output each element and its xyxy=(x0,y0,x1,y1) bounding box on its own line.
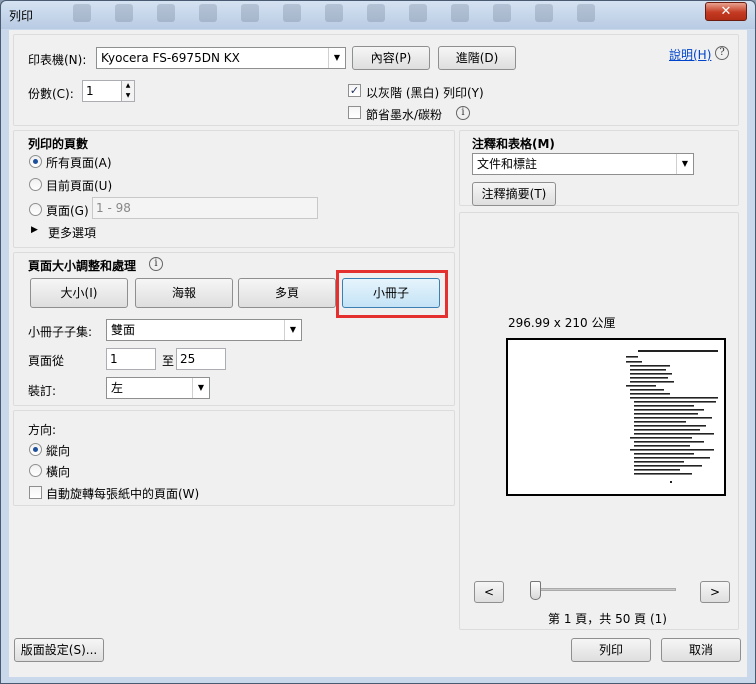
booklet-subset-value: 雙面 xyxy=(111,323,136,337)
current-page-radio[interactable] xyxy=(29,178,42,191)
printer-panel: 印表機(N): Kyocera FS-6975DN KX ▼ 內容(P) 進階(… xyxy=(13,34,739,126)
pages-range-input[interactable]: 1 - 98 xyxy=(92,197,318,219)
preview-panel: 296.99 x 210 公厘 < > 第 1 頁，共 50 頁 (1) xyxy=(459,212,739,630)
pages-from-label: 頁面從 xyxy=(28,354,65,368)
info-icon[interactable]: i xyxy=(456,106,470,120)
advanced-button[interactable]: 進階(D) xyxy=(438,46,516,70)
pages-to-label: 至 xyxy=(162,354,175,368)
info-icon[interactable]: i xyxy=(149,257,163,271)
properties-button[interactable]: 內容(P) xyxy=(352,46,430,70)
spin-up-icon[interactable]: ▲ xyxy=(122,81,134,91)
printer-value: Kyocera FS-6975DN KX xyxy=(101,51,240,65)
save-ink-checkbox[interactable] xyxy=(348,106,361,119)
summarize-comments-button[interactable]: 注釋摘要(T) xyxy=(472,182,556,206)
auto-rotate-label: 自動旋轉每張紙中的頁面(W) xyxy=(46,487,200,501)
preview-document-lines xyxy=(626,350,718,483)
poster-button[interactable]: 海報 xyxy=(135,278,233,308)
chevron-down-icon: ▼ xyxy=(676,154,693,174)
copies-input[interactable]: 1 xyxy=(82,80,122,102)
copies-spinner[interactable]: ▲ ▼ xyxy=(121,80,135,102)
paper-size-text: 296.99 x 210 公厘 xyxy=(508,316,616,330)
all-pages-radio[interactable] xyxy=(29,155,42,168)
save-ink-label: 節省墨水/碳粉 xyxy=(366,108,443,122)
portrait-radio[interactable] xyxy=(29,443,42,456)
orientation-panel: 方向: 縱向 橫向 自動旋轉每張紙中的頁面(W) xyxy=(13,410,455,506)
chevron-down-icon: ▼ xyxy=(284,320,301,340)
pages-to-input[interactable]: 25 xyxy=(176,348,226,370)
printer-select[interactable]: Kyocera FS-6975DN KX ▼ xyxy=(96,47,346,69)
close-button[interactable]: ✕ xyxy=(705,2,747,21)
page-setup-button[interactable]: 版面設定(S)... xyxy=(14,638,104,662)
page-info: 第 1 頁，共 50 頁 (1) xyxy=(548,612,667,626)
printer-label: 印表機(N): xyxy=(28,53,87,67)
window-title: 列印 xyxy=(9,9,34,23)
page-slider-thumb[interactable] xyxy=(529,581,541,600)
comments-select[interactable]: 文件和標註 ▼ xyxy=(472,153,694,175)
comments-value: 文件和標註 xyxy=(477,157,538,171)
size-button[interactable]: 大小(I) xyxy=(30,278,128,308)
booklet-subset-select[interactable]: 雙面 ▼ xyxy=(106,319,302,341)
pages-label: 頁面(G) xyxy=(46,204,89,218)
print-button[interactable]: 列印 xyxy=(571,638,651,662)
page-preview xyxy=(506,338,726,496)
landscape-label: 橫向 xyxy=(46,465,71,479)
help-link[interactable]: 說明(H) xyxy=(669,46,711,63)
prev-page-button[interactable]: < xyxy=(474,581,504,603)
booklet-highlight xyxy=(336,270,448,318)
pages-to-print-heading: 列印的頁數 xyxy=(28,137,89,151)
binding-value: 左 xyxy=(111,381,124,395)
grayscale-checkbox[interactable]: ✓ xyxy=(348,84,361,97)
grayscale-label: 以灰階 (黑白) 列印(Y) xyxy=(366,86,484,100)
landscape-radio[interactable] xyxy=(29,464,42,477)
triangle-right-icon[interactable]: ▶ xyxy=(31,225,38,235)
page-sizing-panel: 頁面大小調整和處理 i 大小(I) 海報 多頁 小冊子 小冊子子集: 雙面 ▼ … xyxy=(13,252,455,406)
page-sizing-heading: 頁面大小調整和處理 xyxy=(28,259,137,273)
comments-panel: 注釋和表格(M) 文件和標註 ▼ 注釋摘要(T) xyxy=(459,130,739,206)
binding-label: 裝訂: xyxy=(28,384,57,398)
all-pages-label: 所有頁面(A) xyxy=(46,156,112,170)
cancel-button[interactable]: 取消 xyxy=(661,638,741,662)
orientation-heading: 方向: xyxy=(28,423,57,437)
title-bar[interactable]: 列印 ✕ xyxy=(1,1,755,29)
pages-to-print-panel: 列印的頁數 所有頁面(A) 目前頁面(U) 頁面(G) 1 - 98 ▶ 更多選… xyxy=(13,130,455,248)
auto-rotate-checkbox[interactable] xyxy=(29,486,42,499)
page-slider-track[interactable] xyxy=(532,588,676,591)
pages-from-input[interactable]: 1 xyxy=(106,348,156,370)
chevron-down-icon: ▼ xyxy=(192,378,209,398)
next-page-button[interactable]: > xyxy=(700,581,730,603)
more-options-link[interactable]: 更多選項 xyxy=(48,224,96,241)
multiple-button[interactable]: 多頁 xyxy=(238,278,336,308)
binding-select[interactable]: 左 ▼ xyxy=(106,377,210,399)
portrait-label: 縱向 xyxy=(46,444,71,458)
chevron-down-icon: ▼ xyxy=(328,48,345,68)
dialog-body: 印表機(N): Kyocera FS-6975DN KX ▼ 內容(P) 進階(… xyxy=(9,30,747,677)
print-dialog: 列印 ✕ 印表機(N): Kyocera FS-6975DN KX ▼ 內容(P… xyxy=(0,0,756,684)
booklet-subset-label: 小冊子子集: xyxy=(28,325,93,339)
current-page-label: 目前頁面(U) xyxy=(46,179,113,193)
comments-heading: 注釋和表格(M) xyxy=(472,137,555,151)
pages-radio[interactable] xyxy=(29,203,42,216)
help-icon[interactable]: ? xyxy=(715,46,729,60)
spin-down-icon[interactable]: ▼ xyxy=(122,91,134,101)
background-toolbar xyxy=(61,4,641,26)
copies-label: 份數(C): xyxy=(28,87,74,101)
